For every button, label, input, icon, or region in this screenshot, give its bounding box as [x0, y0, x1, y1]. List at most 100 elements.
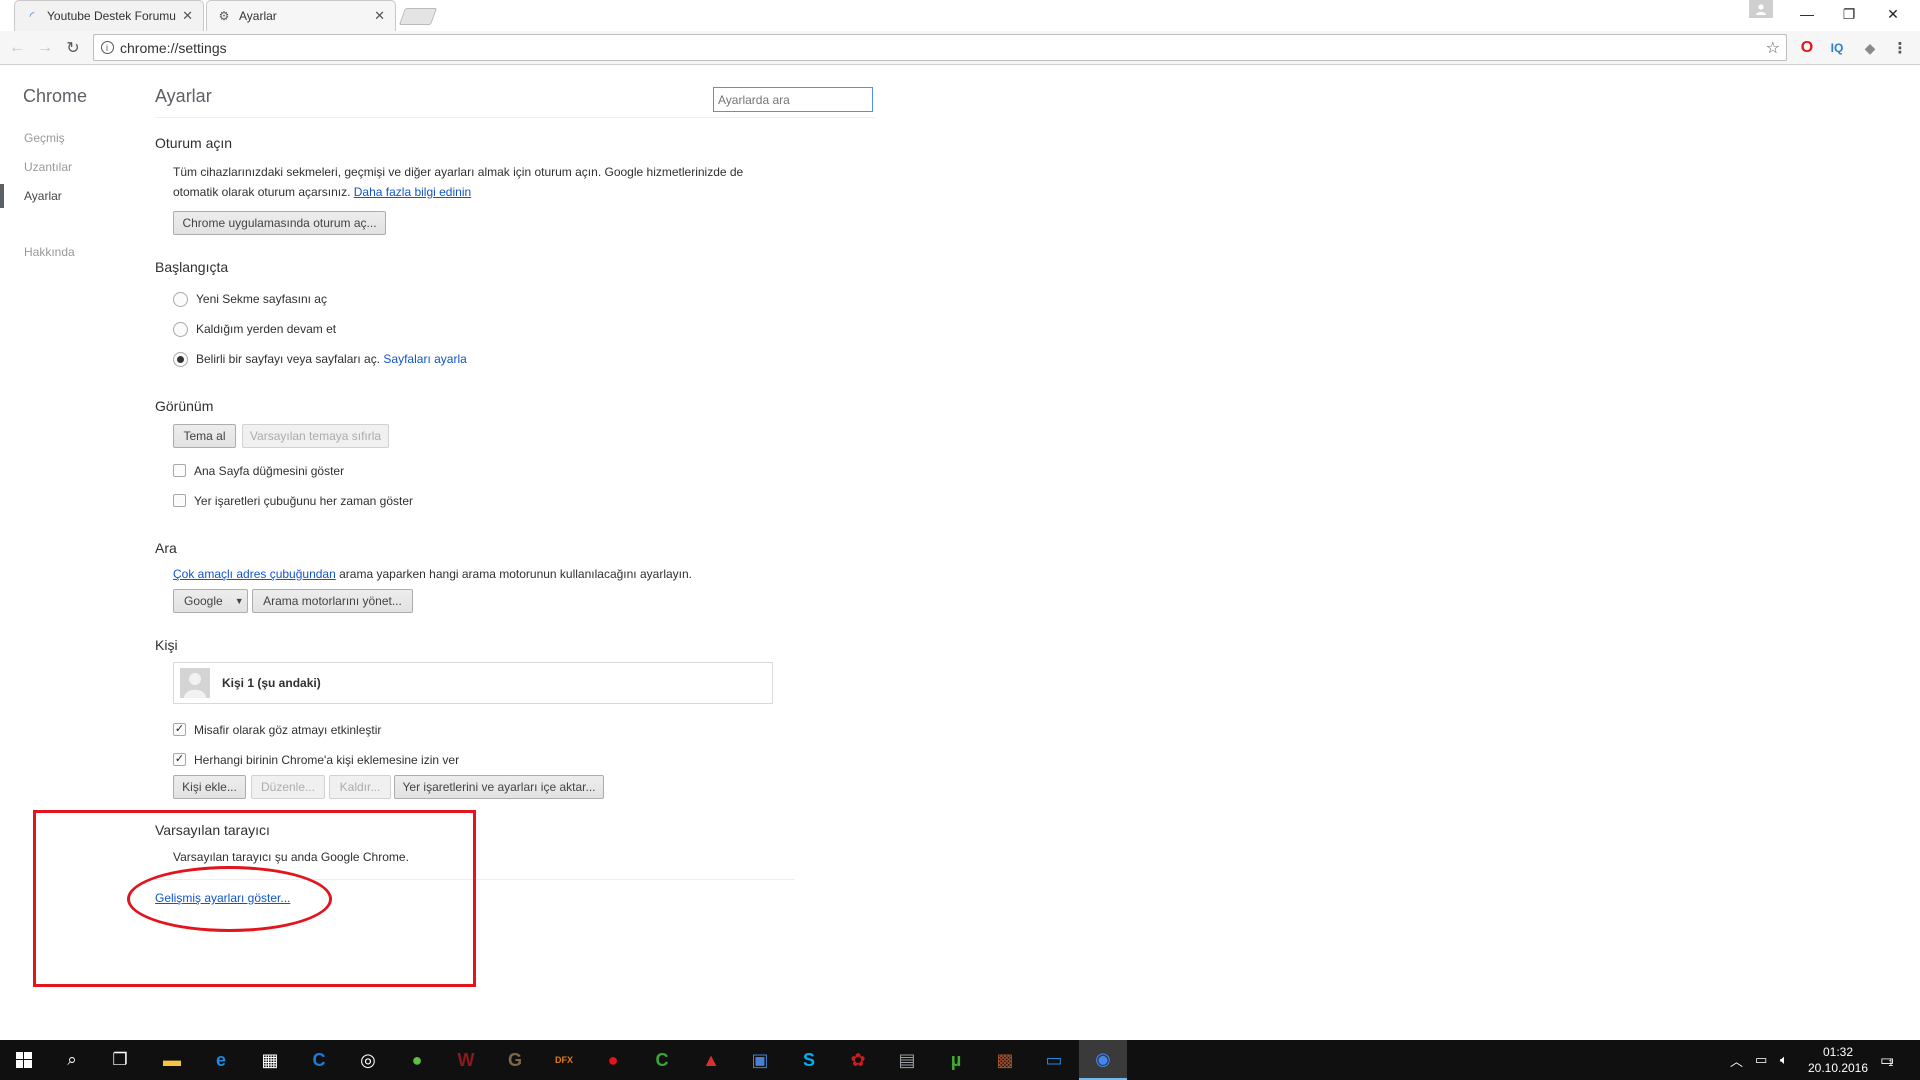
radio-label: Yeni Sekme sayfasını aç [196, 292, 327, 306]
radio-specific-pages[interactable] [173, 352, 188, 367]
learn-more-link[interactable]: Daha fazla bilgi edinin [354, 185, 471, 199]
checkbox-home-button[interactable] [173, 464, 186, 477]
loading-spinner-icon: ◜ [29, 9, 35, 23]
address-bar[interactable]: i chrome://settings ☆ [93, 34, 1787, 61]
bookmark-star-icon[interactable]: ☆ [1766, 38, 1780, 58]
reset-theme-button[interactable]: Varsayılan temaya sıfırla [242, 424, 389, 448]
radio-new-tab[interactable] [173, 292, 188, 307]
notification-count: 1 [1888, 1058, 1894, 1068]
taskbar-app-button[interactable]: ◎ [344, 1040, 392, 1080]
network-icon[interactable]: ▭ [1755, 1040, 1767, 1080]
action-center-button[interactable]: ▭ 1 [1880, 1040, 1894, 1080]
checkbox-label: Herhangi birinin Chrome'a kişi eklemesin… [194, 753, 460, 767]
omnibox-link[interactable]: Çok amaçlı adres çubuğundan [173, 567, 336, 581]
forward-icon[interactable]: → [33, 36, 57, 60]
add-person-button[interactable]: Kişi ekle... [173, 775, 246, 799]
radio-continue[interactable] [173, 322, 188, 337]
taskbar-app-button[interactable]: W [442, 1040, 490, 1080]
taskbar-app-button[interactable]: ▲ [687, 1040, 735, 1080]
taskbar-app-button[interactable]: G [491, 1040, 539, 1080]
taskbar-app-button[interactable]: ✿ [834, 1040, 882, 1080]
clock-date: 20.10.2016 [1807, 1061, 1869, 1075]
taskbar-app-button[interactable]: S [785, 1040, 833, 1080]
opera-icon[interactable]: O [1797, 38, 1817, 58]
taskbar-app-button[interactable]: C [295, 1040, 343, 1080]
game-app-icon: ▩ [996, 1049, 1014, 1070]
taskbar-app-button[interactable]: ▤ [883, 1040, 931, 1080]
sidebar-title: Chrome [23, 86, 88, 106]
settings-search-input[interactable] [713, 87, 873, 112]
checkbox-bookmarks-bar[interactable] [173, 494, 186, 507]
default-browser-status: Varsayılan tarayıcı şu anda Google Chrom… [173, 850, 409, 864]
tab-title: Youtube Destek Forumu [47, 9, 176, 23]
profile-list[interactable]: Kişi 1 (şu andaki) [173, 662, 773, 704]
section-title-appearance: Görünüm [155, 398, 214, 414]
close-icon[interactable]: ✕ [182, 8, 193, 24]
sidebar-item-history[interactable]: Geçmiş [24, 131, 65, 145]
close-window-icon[interactable]: ✕ [1870, 0, 1916, 28]
shield-extension-icon[interactable]: ◆ [1860, 38, 1880, 58]
taskbar-app-button[interactable]: ▩ [981, 1040, 1029, 1080]
volume-icon[interactable]: 🔈︎ [1780, 1040, 1788, 1080]
close-icon[interactable]: ✕ [374, 8, 385, 24]
sidebar-item-about[interactable]: Hakkında [24, 245, 75, 259]
signin-description-text: otomatik olarak oturum açarsınız. [173, 185, 351, 199]
edit-person-button[interactable]: Düzenle... [251, 775, 325, 799]
info-icon[interactable]: i [94, 41, 120, 54]
reload-icon[interactable]: ↻ [61, 36, 85, 60]
back-icon[interactable]: ← [5, 36, 29, 60]
taskbar-app-button[interactable]: DFX [540, 1040, 588, 1080]
taskbar-app-button[interactable]: ▭ [1030, 1040, 1078, 1080]
menu-icon[interactable]: ⋮ [1890, 38, 1910, 58]
start-button[interactable] [0, 1040, 48, 1080]
signin-button[interactable]: Chrome uygulamasında oturum aç... [173, 211, 386, 235]
minimize-icon[interactable]: — [1784, 0, 1830, 28]
toolbar: ← → ↻ i chrome://settings ☆ O IQ ◆ ⋮ [0, 31, 1920, 65]
tab-youtube-forum[interactable]: ◜ Youtube Destek Forumu ✕ [14, 0, 204, 31]
profile-icon[interactable] [1749, 0, 1773, 18]
search-description: Çok amaçlı adres çubuğundan arama yapark… [173, 564, 692, 584]
taskbar-app-button[interactable]: µ [932, 1040, 980, 1080]
show-hidden-icons-icon[interactable]: ︿ [1730, 1040, 1743, 1080]
set-pages-link[interactable]: Sayfaları ayarla [383, 352, 466, 366]
sidebar-item-settings[interactable]: Ayarlar [24, 189, 62, 203]
section-title-startup: Başlangıçta [155, 259, 229, 275]
taskbar-app-button[interactable]: ▣ [736, 1040, 784, 1080]
search-engine-value: Google [184, 594, 223, 608]
profile-name: Kişi 1 (şu andaki) [222, 676, 321, 690]
remove-person-button[interactable]: Kaldır... [329, 775, 391, 799]
taskbar-app-button[interactable]: C [638, 1040, 686, 1080]
signin-description-line2: otomatik olarak oturum açarsınız. Daha f… [173, 182, 471, 202]
taskbar-app-button[interactable]: e [197, 1040, 245, 1080]
tab-settings[interactable]: ⚙ Ayarlar ✕ [206, 0, 396, 31]
get-themes-button[interactable]: Tema al [173, 424, 236, 448]
new-tab-button[interactable] [398, 8, 438, 25]
url-text: chrome://settings [120, 39, 227, 56]
utorrent-icon: µ [950, 1049, 962, 1070]
car-app-icon: ▲ [702, 1049, 720, 1070]
manage-search-engines-button[interactable]: Arama motorlarını yönet... [252, 589, 413, 613]
import-bookmarks-button[interactable]: Yer işaretlerini ve ayarları içe aktar..… [394, 775, 604, 799]
section-title-search: Ara [155, 540, 177, 556]
checkbox-guest-browsing[interactable]: ✓ [173, 723, 186, 736]
show-advanced-settings-link[interactable]: Gelişmiş ayarları göster... [155, 891, 290, 905]
dropdown-arrow-icon: ▼ [234, 596, 244, 606]
taskbar-app-button[interactable]: ▦ [246, 1040, 294, 1080]
ring-app-icon: ◎ [360, 1049, 376, 1070]
gimp-icon: G [507, 1049, 522, 1070]
iq-icon[interactable]: IQ [1827, 38, 1847, 58]
taskbar-app-button[interactable]: ● [393, 1040, 441, 1080]
checkbox-allow-add-person[interactable]: ✓ [173, 753, 186, 766]
taskbar-app-button[interactable]: ▬ [148, 1040, 196, 1080]
clock[interactable]: 01:32 20.10.2016 [1800, 1044, 1876, 1076]
task-view-icon[interactable]: ❐ [96, 1040, 144, 1080]
checkbox-label: Ana Sayfa düğmesini göster [194, 464, 345, 478]
taskbar-app-button[interactable]: ● [589, 1040, 637, 1080]
checkbox-label: Misafir olarak göz atmayı etkinleştir [194, 723, 382, 737]
taskbar-app-button[interactable]: ◉ [1079, 1040, 1127, 1080]
search-icon[interactable]: ⌕ [48, 1040, 96, 1080]
restore-icon[interactable]: ❐ [1826, 0, 1872, 28]
sidebar-item-extensions[interactable]: Uzantılar [24, 160, 72, 174]
signin-description-line1: Tüm cihazlarınızdaki sekmeleri, geçmişi … [173, 165, 744, 179]
search-engine-select[interactable]: Google ▼ [173, 589, 248, 613]
